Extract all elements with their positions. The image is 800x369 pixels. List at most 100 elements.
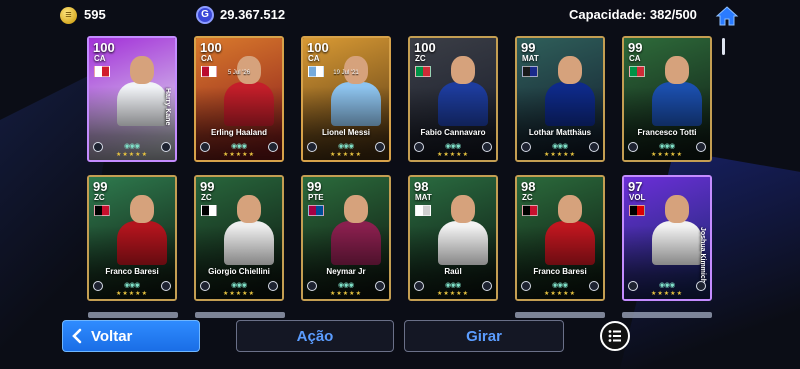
player-card[interactable]: 99 ZC Giorgio Chiellini ◉◉◉ ★★★★★ (194, 175, 284, 301)
card-stars: ★★★★★ (330, 152, 362, 158)
card-date: 19 Jul '21 (333, 70, 359, 76)
card-footer: ◉◉◉ ★★★★★ (520, 140, 600, 158)
home-button[interactable] (715, 5, 739, 27)
card-position: CA (94, 54, 106, 63)
back-button-label: Voltar (91, 327, 133, 345)
card-rating: 99 (200, 179, 215, 194)
card-player-name: Harry Kane (164, 88, 171, 126)
card-rating: 99 (521, 40, 536, 55)
capacity-text: Capacidade: 382/500 (569, 7, 697, 22)
gp-icon: G (196, 6, 214, 24)
card-position: MAT (522, 54, 539, 63)
player-card[interactable]: 99 CA Francesco Totti ◉◉◉ ★★★★★ (622, 36, 712, 162)
nation-flag-icon (629, 205, 645, 216)
card-position: ZC (522, 193, 533, 202)
list-icon (608, 330, 621, 342)
card-rating: 99 (307, 179, 322, 194)
card-player-name: Erling Haaland (210, 128, 267, 137)
card-footer: ◉◉◉ ★★★★★ (627, 279, 707, 297)
card-rating: 100 (307, 40, 329, 55)
card-position: ZC (94, 193, 105, 202)
card-footer: ◉◉◉ ★★★★★ (520, 279, 600, 297)
card-position: CA (629, 54, 641, 63)
card-rating: 98 (521, 179, 536, 194)
player-card[interactable]: 97 VOL Joshua Kimmich ◉◉◉ ★★★★★ (622, 175, 712, 301)
card-rating: 99 (93, 179, 108, 194)
card-partial (515, 312, 605, 318)
card-skill-icons: ◉◉◉ (124, 282, 140, 289)
card-partial (622, 312, 712, 318)
card-stars: ★★★★★ (116, 152, 148, 158)
player-card[interactable]: 100 ZC Fabio Cannavaro ◉◉◉ ★★★★★ (408, 36, 498, 162)
card-player-name: Lionel Messi (321, 128, 370, 137)
card-player-name: Neymar Jr (326, 267, 366, 276)
spin-button[interactable]: Girar (404, 320, 564, 352)
card-player-name: Lothar Matthäus (528, 128, 592, 137)
player-card[interactable]: 100 CA Harry Kane ◉◉◉ ★★★★★ (87, 36, 177, 162)
nation-flag-icon (308, 205, 324, 216)
card-position: MAT (415, 193, 432, 202)
card-player-name: Joshua Kimmich (699, 227, 706, 284)
player-card[interactable]: 100 CA 19 Jul '21 Lionel Messi ◉◉◉ ★★★★★ (301, 36, 391, 162)
card-skill-icons: ◉◉◉ (445, 282, 461, 289)
card-player-name: Fabio Cannavaro (420, 128, 486, 137)
card-partial (88, 312, 178, 318)
card-skill-icons: ◉◉◉ (338, 282, 354, 289)
player-card[interactable]: 98 ZC Franco Baresi ◉◉◉ ★★★★★ (515, 175, 605, 301)
card-skill-icons: ◉◉◉ (124, 143, 140, 150)
card-player-name: Franco Baresi (105, 267, 159, 276)
card-stars: ★★★★★ (330, 291, 362, 297)
card-footer: ◉◉◉ ★★★★★ (413, 279, 493, 297)
action-button[interactable]: Ação (236, 320, 394, 352)
player-card[interactable]: 99 MAT Lothar Matthäus ◉◉◉ ★★★★★ (515, 36, 605, 162)
card-date: 5 Jul '26 (227, 70, 251, 76)
card-player-name: Raúl (444, 267, 462, 276)
nation-flag-icon (522, 205, 538, 216)
card-skill-icons: ◉◉◉ (659, 143, 675, 150)
scrollbar[interactable] (722, 38, 725, 55)
nation-flag-icon (522, 66, 538, 77)
card-player-name: Franco Baresi (533, 267, 587, 276)
card-skill-icons: ◉◉◉ (231, 282, 247, 289)
card-rating: 100 (200, 40, 222, 55)
nation-flag-icon (629, 66, 645, 77)
top-bar: ≡ 595 G 29.367.512 Capacidade: 382/500 (0, 0, 800, 32)
list-button[interactable] (600, 321, 630, 351)
card-position: ZC (415, 54, 426, 63)
card-stars: ★★★★★ (544, 152, 576, 158)
card-stars: ★★★★★ (223, 152, 255, 158)
card-skill-icons: ◉◉◉ (552, 143, 568, 150)
nation-flag-icon (94, 66, 110, 77)
player-card[interactable]: 99 PTE Neymar Jr ◉◉◉ ★★★★★ (301, 175, 391, 301)
player-card[interactable]: 98 MAT Raúl ◉◉◉ ★★★★★ (408, 175, 498, 301)
back-button[interactable]: Voltar (62, 320, 200, 352)
nation-flag-icon (415, 66, 431, 77)
chevron-left-icon (72, 328, 82, 344)
card-rating: 98 (414, 179, 429, 194)
card-skill-icons: ◉◉◉ (445, 143, 461, 150)
card-stars: ★★★★★ (116, 291, 148, 297)
card-footer: ◉◉◉ ★★★★★ (199, 279, 279, 297)
card-footer: ◉◉◉ ★★★★★ (306, 279, 386, 297)
nation-flag-icon (94, 205, 110, 216)
card-stars: ★★★★★ (544, 291, 576, 297)
home-icon (715, 6, 739, 26)
coins-value: 595 (84, 7, 106, 22)
nation-flag-icon (415, 205, 431, 216)
spin-button-label: Girar (466, 327, 502, 345)
card-stars: ★★★★★ (437, 152, 469, 158)
card-footer: ◉◉◉ ★★★★★ (199, 140, 279, 158)
card-footer: ◉◉◉ ★★★★★ (413, 140, 493, 158)
card-skill-icons: ◉◉◉ (552, 282, 568, 289)
card-skill-icons: ◉◉◉ (659, 282, 675, 289)
card-footer: ◉◉◉ ★★★★★ (306, 140, 386, 158)
card-position: CA (308, 54, 320, 63)
card-rating: 97 (628, 179, 643, 194)
player-card[interactable]: 99 ZC Franco Baresi ◉◉◉ ★★★★★ (87, 175, 177, 301)
card-rating: 99 (628, 40, 643, 55)
gp-value: 29.367.512 (220, 7, 286, 22)
nation-flag-icon (201, 205, 217, 216)
card-player-name: Francesco Totti (637, 128, 697, 137)
player-card[interactable]: 100 CA 5 Jul '26 Erling Haaland ◉◉◉ ★★★★★ (194, 36, 284, 162)
card-stars: ★★★★★ (651, 291, 683, 297)
